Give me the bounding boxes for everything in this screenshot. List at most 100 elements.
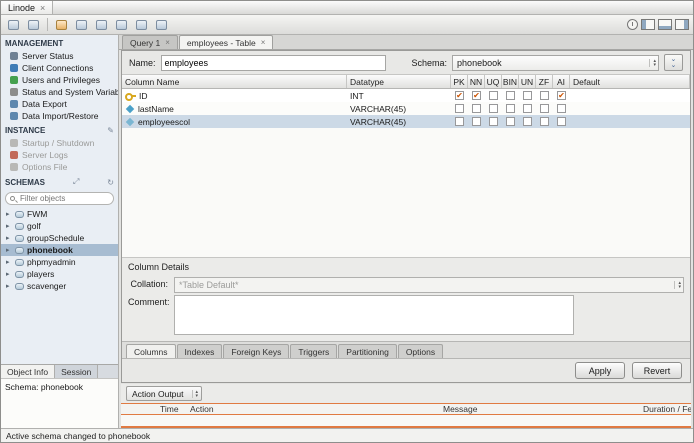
create-procedure-button[interactable]: [113, 17, 130, 32]
tab-columns[interactable]: Columns: [126, 344, 176, 358]
reconnect-server-button[interactable]: [153, 17, 170, 32]
bin-checkbox[interactable]: [506, 91, 515, 100]
sidebar-item-server-status[interactable]: Server Status: [1, 50, 118, 62]
ai-checkbox[interactable]: [557, 117, 566, 126]
tab-partitioning[interactable]: Partitioning: [338, 344, 397, 358]
expand-arrow-icon[interactable]: ▸: [6, 210, 12, 218]
collapse-header-button[interactable]: ⌄ ⌄: [663, 54, 683, 71]
header-ai[interactable]: AI: [553, 75, 570, 88]
sidebar-item-users-privileges[interactable]: Users and Privileges: [1, 74, 118, 86]
bin-checkbox[interactable]: [506, 104, 515, 113]
schema-tree-item-phpmyadmin[interactable]: ▸ phpmyadmin: [1, 256, 118, 268]
expand-arrow-icon[interactable]: ▸: [6, 258, 12, 266]
uq-checkbox[interactable]: [489, 104, 498, 113]
tab-indexes[interactable]: Indexes: [176, 344, 223, 358]
table-row[interactable]: lastName VARCHAR(45): [122, 102, 690, 115]
sidebar-item-client-connections[interactable]: Client Connections: [1, 62, 118, 74]
refresh-schemas-icon[interactable]: ↻: [107, 178, 114, 187]
sidebar-item-server-logs[interactable]: Server Logs: [1, 149, 118, 161]
ai-checkbox[interactable]: [557, 104, 566, 113]
close-icon[interactable]: ×: [165, 38, 170, 47]
sidebar-item-status-variables[interactable]: Status and System Variables: [1, 86, 118, 98]
sidebar-item-options-file[interactable]: Options File: [1, 161, 118, 173]
schema-tree-item-phonebook[interactable]: ▸ phonebook: [1, 244, 118, 256]
sidebar-item-data-import[interactable]: Data Import/Restore: [1, 110, 118, 122]
new-query-tab-button[interactable]: [5, 17, 22, 32]
schema-filter-input[interactable]: [18, 193, 109, 204]
toggle-right-sidebar-button[interactable]: [675, 19, 689, 30]
tab-query-1[interactable]: Query 1 ×: [122, 35, 178, 49]
output-header-message[interactable]: Message: [440, 404, 640, 414]
nn-checkbox[interactable]: [472, 91, 481, 100]
table-row[interactable]: ID INT: [122, 89, 690, 102]
open-sql-script-button[interactable]: [25, 17, 42, 32]
pk-checkbox[interactable]: [455, 104, 464, 113]
apply-button[interactable]: Apply: [575, 362, 625, 379]
tab-object-info[interactable]: Object Info: [1, 365, 56, 378]
bin-checkbox[interactable]: [506, 117, 515, 126]
expand-arrow-icon[interactable]: ▸: [6, 222, 12, 230]
schema-tree-item-golf[interactable]: ▸ golf: [1, 220, 118, 232]
header-bin[interactable]: BIN: [502, 75, 519, 88]
nn-checkbox[interactable]: [472, 117, 481, 126]
un-checkbox[interactable]: [523, 104, 532, 113]
output-header-duration[interactable]: Duration / Fetch: [640, 404, 691, 414]
zf-checkbox[interactable]: [540, 91, 549, 100]
create-schema-button[interactable]: [53, 17, 70, 32]
revert-button[interactable]: Revert: [632, 362, 682, 379]
expand-arrow-icon[interactable]: ▸: [6, 270, 12, 278]
schema-select[interactable]: phonebook ▴ ▾: [452, 54, 659, 71]
schema-tree-item-groupschedule[interactable]: ▸ groupSchedule: [1, 232, 118, 244]
pk-checkbox[interactable]: [455, 91, 464, 100]
comment-textarea[interactable]: [174, 295, 574, 335]
zf-checkbox[interactable]: [540, 117, 549, 126]
header-zf[interactable]: ZF: [536, 75, 553, 88]
connection-tab[interactable]: Linode ×: [1, 1, 54, 14]
tab-session[interactable]: Session: [55, 365, 99, 378]
expand-arrow-icon[interactable]: ▸: [6, 246, 12, 254]
header-default[interactable]: Default: [570, 75, 690, 88]
create-table-button[interactable]: [73, 17, 90, 32]
tab-options[interactable]: Options: [397, 344, 444, 358]
search-icon: [136, 19, 147, 30]
nn-checkbox[interactable]: [472, 104, 481, 113]
expand-arrow-icon[interactable]: ▸: [6, 282, 12, 290]
toggle-left-sidebar-button[interactable]: [641, 19, 655, 30]
toggle-output-panel-button[interactable]: [658, 19, 672, 30]
tab-employees-table[interactable]: employees - Table ×: [178, 35, 274, 49]
header-pk[interactable]: PK: [451, 75, 468, 88]
schema-tree-item-fwm[interactable]: ▸ FWM: [1, 208, 118, 220]
table-name-input[interactable]: [160, 54, 387, 71]
expand-arrow-icon[interactable]: ▸: [6, 234, 12, 242]
sidebar-item-startup-shutdown[interactable]: Startup / Shutdown: [1, 137, 118, 149]
output-type-select[interactable]: Action Output ▴ ▾: [126, 386, 203, 401]
un-checkbox[interactable]: [523, 117, 532, 126]
schemas-expand-icon[interactable]: ⤢: [73, 177, 79, 187]
ai-checkbox[interactable]: [557, 91, 566, 100]
sidebar-item-data-export[interactable]: Data Export: [1, 98, 118, 110]
zf-checkbox[interactable]: [540, 104, 549, 113]
grid-empty-area[interactable]: [122, 128, 690, 257]
header-column-name[interactable]: Column Name: [122, 75, 347, 88]
output-empty-area[interactable]: [121, 415, 691, 426]
header-un[interactable]: UN: [519, 75, 536, 88]
header-datatype[interactable]: Datatype: [347, 75, 451, 88]
close-icon[interactable]: ×: [40, 3, 45, 13]
output-header-action[interactable]: Action: [187, 404, 440, 414]
un-checkbox[interactable]: [523, 91, 532, 100]
schema-tree-item-players[interactable]: ▸ players: [1, 268, 118, 280]
collation-select[interactable]: *Table Default* ▴ ▾: [174, 277, 684, 293]
header-nn[interactable]: NN: [468, 75, 485, 88]
close-icon[interactable]: ×: [261, 38, 266, 47]
table-row-selected[interactable]: employeescol VARCHAR(45): [122, 115, 690, 128]
output-header-time[interactable]: Time: [157, 404, 187, 414]
tab-foreign-keys[interactable]: Foreign Keys: [223, 344, 290, 358]
uq-checkbox[interactable]: [489, 91, 498, 100]
header-uq[interactable]: UQ: [485, 75, 502, 88]
schema-tree-item-scavenger[interactable]: ▸ scavenger: [1, 280, 118, 292]
tab-triggers[interactable]: Triggers: [290, 344, 338, 358]
pk-checkbox[interactable]: [455, 117, 464, 126]
uq-checkbox[interactable]: [489, 117, 498, 126]
search-data-button[interactable]: [133, 17, 150, 32]
create-view-button[interactable]: [93, 17, 110, 32]
